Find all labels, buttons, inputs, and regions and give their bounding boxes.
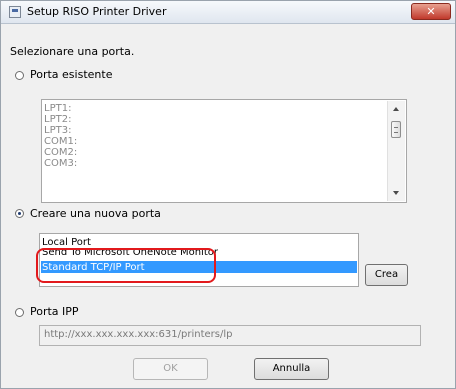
scroll-thumb[interactable] bbox=[391, 121, 401, 138]
list-item[interactable]: Local Port bbox=[42, 237, 91, 248]
close-button[interactable]: ✕ bbox=[411, 3, 451, 20]
dialog-content: Selezionare una porta. Porta esistente L… bbox=[1, 24, 455, 388]
printer-app-icon bbox=[9, 6, 21, 18]
title-bar[interactable]: Setup RISO Printer Driver ✕ bbox=[1, 1, 455, 24]
vertical-scrollbar[interactable] bbox=[387, 101, 405, 201]
scroll-down-arrow-icon[interactable] bbox=[393, 191, 399, 195]
highlight-box bbox=[36, 248, 216, 283]
setup-dialog: Setup RISO Printer Driver ✕ Selezionare … bbox=[0, 0, 456, 389]
list-item[interactable]: LPT2: bbox=[44, 114, 71, 125]
list-item[interactable]: LPT1: bbox=[44, 103, 71, 114]
existing-port-label: Porta esistente bbox=[30, 68, 113, 81]
list-item[interactable]: COM2: bbox=[44, 147, 77, 158]
radio-new-port[interactable] bbox=[15, 209, 24, 218]
instruction-text: Selezionare una porta. bbox=[10, 45, 135, 58]
existing-port-listbox[interactable]: LPT1: LPT2: LPT3: COM1: COM2: COM3: bbox=[41, 99, 407, 203]
cancel-button[interactable]: Annulla bbox=[254, 358, 329, 380]
window-title: Setup RISO Printer Driver bbox=[27, 5, 167, 18]
scroll-up-arrow-icon[interactable] bbox=[393, 107, 399, 111]
create-port-button[interactable]: Crea bbox=[365, 264, 408, 286]
radio-ipp-port[interactable] bbox=[15, 308, 24, 317]
ipp-port-label: Porta IPP bbox=[30, 305, 79, 318]
list-item[interactable]: COM3: bbox=[44, 158, 77, 169]
list-item[interactable]: COM1: bbox=[44, 136, 77, 147]
list-item[interactable]: LPT3: bbox=[44, 125, 71, 136]
ok-button[interactable]: OK bbox=[133, 358, 208, 380]
radio-existing-port[interactable] bbox=[15, 71, 24, 80]
new-port-label: Creare una nuova porta bbox=[30, 207, 161, 220]
ipp-url-input[interactable]: http://xxx.xxx.xxx.xxx:631/printers/lp bbox=[39, 325, 421, 346]
